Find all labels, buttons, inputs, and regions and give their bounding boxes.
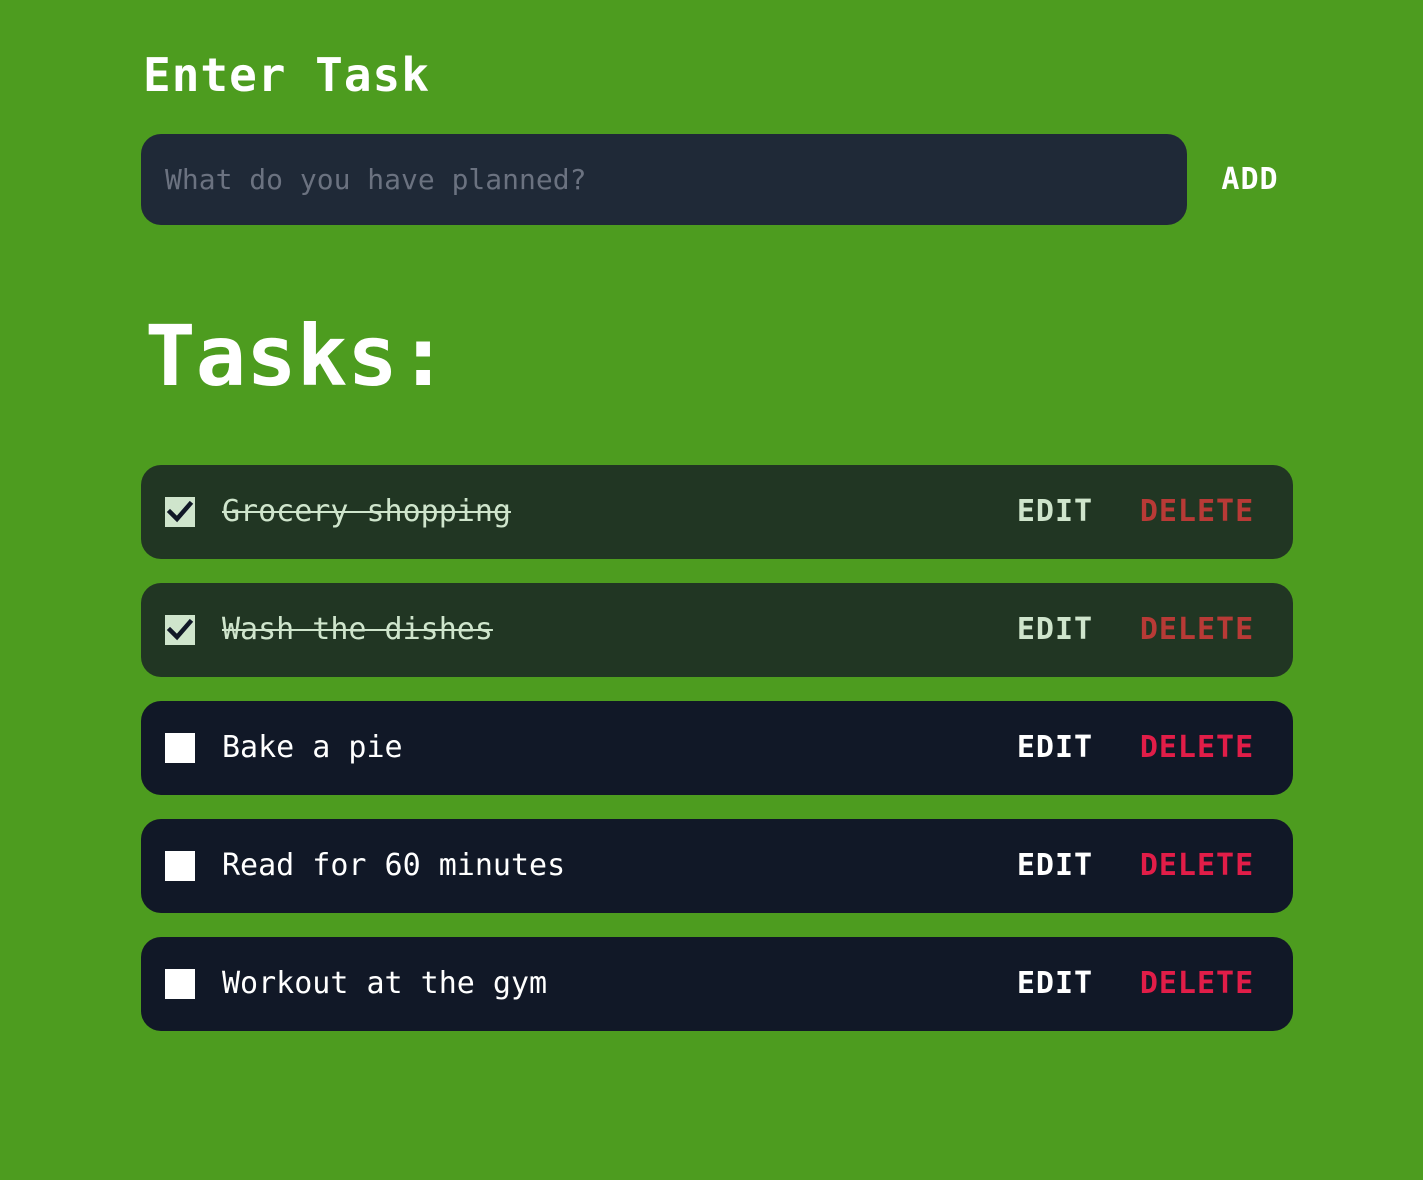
check-icon (166, 618, 194, 641)
task-form: ADD (141, 134, 1293, 225)
task-item: Bake a pie EDIT DELETE (141, 701, 1293, 795)
check-icon (166, 500, 194, 523)
delete-button[interactable]: DELETE (1133, 701, 1261, 795)
delete-button[interactable]: DELETE (1133, 465, 1261, 559)
task-checkbox[interactable] (165, 969, 195, 999)
delete-button[interactable]: DELETE (1133, 819, 1261, 913)
task-checkbox[interactable] (165, 733, 195, 763)
task-checkbox[interactable] (165, 497, 195, 527)
task-input[interactable] (141, 134, 1187, 225)
task-checkbox[interactable] (165, 615, 195, 645)
task-text: Bake a pie (222, 730, 403, 765)
task-text: Grocery shopping (222, 494, 511, 529)
task-text: Read for 60 minutes (222, 848, 566, 883)
task-item: Workout at the gym EDIT DELETE (141, 937, 1293, 1031)
edit-button[interactable]: EDIT (1015, 701, 1095, 795)
task-checkbox[interactable] (165, 851, 195, 881)
delete-button[interactable]: DELETE (1133, 937, 1261, 1031)
edit-button[interactable]: EDIT (1015, 465, 1095, 559)
edit-button[interactable]: EDIT (1015, 583, 1095, 677)
task-text: Wash the dishes (222, 612, 493, 647)
task-list: Grocery shopping EDIT DELETE Wash the di… (141, 465, 1293, 1055)
task-item: Wash the dishes EDIT DELETE (141, 583, 1293, 677)
delete-button[interactable]: DELETE (1133, 583, 1261, 677)
task-item: Grocery shopping EDIT DELETE (141, 465, 1293, 559)
edit-button[interactable]: EDIT (1015, 937, 1095, 1031)
task-text: Workout at the gym (222, 966, 548, 1001)
task-item: Read for 60 minutes EDIT DELETE (141, 819, 1293, 913)
tasks-heading: Tasks: (145, 307, 449, 405)
add-button[interactable]: ADD (1207, 134, 1293, 225)
enter-task-heading: Enter Task (143, 48, 430, 102)
edit-button[interactable]: EDIT (1015, 819, 1095, 913)
